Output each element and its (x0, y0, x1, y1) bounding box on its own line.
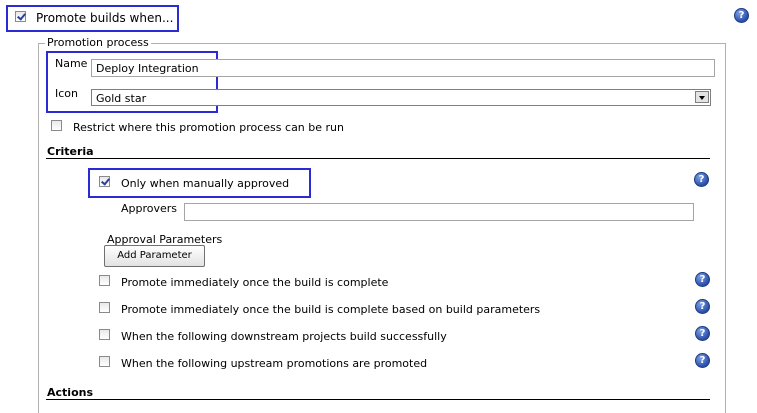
help-icon-promote[interactable]: ? (734, 8, 749, 23)
restrict-checkbox[interactable] (51, 120, 62, 131)
criteria-title: Criteria (47, 145, 94, 158)
add-parameter-button[interactable]: Add Parameter (104, 245, 205, 267)
option-checkbox-2[interactable] (99, 302, 110, 313)
option-checkbox-4[interactable] (99, 356, 110, 367)
help-icon-manual[interactable]: ? (694, 172, 709, 187)
option-label-3: When the following downstream projects b… (121, 330, 447, 343)
criteria-divider (46, 158, 710, 159)
icon-label: Icon (55, 87, 78, 100)
promotion-process-legend: Promotion process (45, 36, 151, 49)
help-icon-option-3[interactable]: ? (695, 326, 710, 341)
help-icon-option-2[interactable]: ? (695, 299, 710, 314)
manual-approval-label: Only when manually approved (121, 177, 290, 190)
promote-builds-label: Promote builds when... (36, 11, 174, 25)
option-label-4: When the following upstream promotions a… (121, 357, 428, 370)
name-input[interactable]: Deploy Integration (91, 59, 715, 77)
restrict-label: Restrict where this promotion process ca… (73, 121, 344, 134)
icon-select-value: Gold star (96, 92, 147, 105)
icon-select[interactable]: Gold star (91, 89, 711, 106)
help-icon-option-1[interactable]: ? (695, 272, 710, 287)
name-label: Name (55, 57, 88, 70)
option-checkbox-1[interactable] (99, 275, 110, 286)
option-label-1: Promote immediately once the build is co… (121, 276, 389, 289)
option-label-2: Promote immediately once the build is co… (121, 303, 541, 316)
approvers-label: Approvers (121, 202, 178, 215)
chevron-down-icon[interactable] (695, 91, 709, 103)
promote-builds-checkbox[interactable] (15, 11, 26, 22)
manual-approval-checkbox[interactable] (99, 176, 110, 187)
help-icon-option-4[interactable]: ? (695, 353, 710, 368)
actions-divider (46, 399, 710, 400)
approvers-input[interactable] (184, 203, 694, 221)
option-checkbox-3[interactable] (99, 329, 110, 340)
actions-title: Actions (47, 386, 93, 399)
